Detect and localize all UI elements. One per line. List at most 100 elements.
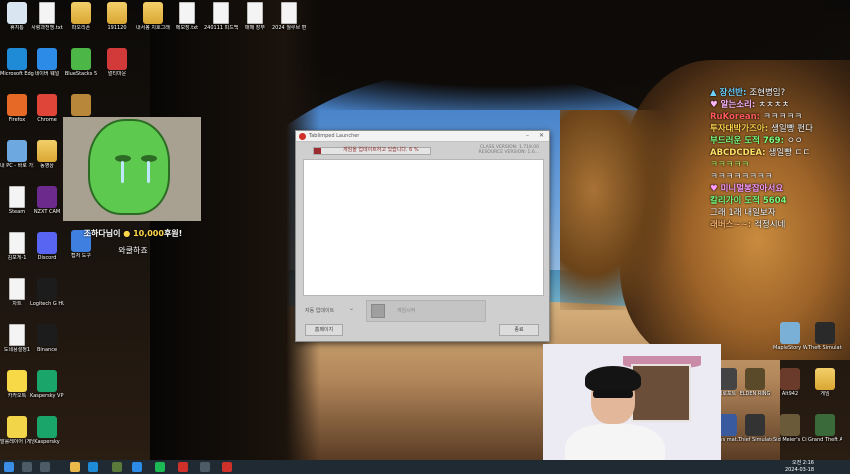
desktop-icon-label: Kaspersky VPN [30, 393, 64, 399]
taskbar-app-icon-4[interactable] [200, 462, 210, 472]
desktop-icon[interactable]: 네이버 웨일 [30, 48, 64, 77]
app-icon [37, 324, 57, 346]
desktop-icon[interactable]: 휴지통 [0, 2, 34, 31]
donation-amount: 10,000 [133, 229, 164, 238]
desktop-icon[interactable]: 파오리폰 [64, 2, 98, 31]
system-clock[interactable]: 오전 2:16 2024-03-18 [785, 460, 814, 473]
launcher-window[interactable]: Tablimped Launcher – ✕ 게임을 업데이트하고 있습니다. … [295, 130, 550, 342]
chat-text: ㅇㅇ [786, 136, 803, 146]
desktop-icon[interactable]: MapleStory Worlds [773, 322, 807, 351]
edge-taskbar-icon[interactable] [88, 462, 98, 472]
app-icon [7, 2, 27, 24]
desktop-icon-label: Microsoft Edge [0, 71, 34, 77]
coin-icon: ● [123, 229, 131, 238]
chat-message: 칼리가이 도적 5604 [710, 195, 850, 207]
chat-message: 투자대박가즈아: 생일빵 펀다 [710, 123, 850, 135]
desktop-icon[interactable]: 김포게-1 [0, 232, 34, 261]
desktop-icon[interactable]: 말롤레이어 (게임 전용) [0, 416, 34, 445]
desktop-icon-label: 멀티마운 [107, 71, 127, 77]
chevron-down-icon[interactable]: ⌄ [349, 305, 354, 312]
desktop-icon[interactable]: 240111 피드백.txt [204, 2, 238, 31]
desktop-icon[interactable]: Binance [30, 324, 64, 353]
launcher-app-icon [299, 133, 306, 140]
desktop-icon[interactable] [64, 94, 98, 117]
desktop-icon-label: 게임 [820, 391, 830, 397]
launcher-content-panel [303, 159, 544, 296]
app-icon [37, 94, 57, 116]
cam-sunglasses [593, 390, 633, 398]
desktop-icon[interactable]: 메모장.txt [170, 2, 204, 31]
desktop-icon[interactable]: 2024 월루브 편집자 지... [272, 2, 306, 31]
chat-text: 생일빵 ㄷㄷ [768, 148, 811, 158]
desktop-icon[interactable]: Logitech G HUB [30, 278, 64, 307]
desktop-icon[interactable]: 사랑과전쟁.txt [30, 2, 64, 31]
update-progress-row: 게임을 업데이트하고 있습니다. 6 % CLASS VERSION: 1.71… [313, 145, 543, 157]
file-icon [281, 2, 297, 24]
desktop-icon[interactable]: Firefox [0, 94, 34, 123]
chat-message: ♥ 알는소리: ㅊㅊㅊㅊ [710, 99, 850, 111]
desktop-icon[interactable]: 동영상 [30, 140, 64, 169]
chat-nick: ♥ 미니멀봉잡아서요 [710, 184, 784, 194]
launcher-titlebar[interactable]: Tablimped Launcher – ✕ [296, 131, 549, 142]
close-icon[interactable]: ✕ [539, 132, 544, 139]
desktop-icon[interactable]: 카카오톡 [0, 370, 34, 399]
chat-nick: RuKorean: [710, 112, 763, 122]
meme-tear-right [147, 161, 150, 183]
app-icon [7, 140, 27, 162]
desktop-icon[interactable]: 도네용설정1 [0, 324, 34, 353]
minimize-icon[interactable]: – [526, 132, 529, 139]
start-game-button[interactable]: 게임시작 [397, 307, 415, 314]
chat-nick: ♥ 알는소리: [710, 100, 759, 110]
donation-alert: 조하다님이 ● 10,000후원! 와쿨하죠 [66, 228, 200, 262]
taskbar-app-icon-5[interactable] [222, 462, 232, 472]
search-icon[interactable] [22, 462, 32, 472]
taskbar: 오전 2:16 2024-03-18 [0, 460, 850, 474]
desktop-icon[interactable]: 게임 [808, 368, 842, 397]
desktop-icon-label: 차트 [12, 301, 22, 307]
desktop-icon[interactable]: Grand Theft Auto V [808, 414, 842, 443]
taskbar-launcher-icon[interactable] [178, 462, 188, 472]
chat-nick: ▲ 장선반: [710, 88, 750, 98]
desktop-icon[interactable]: 내서봉 치호그래피 [136, 2, 170, 31]
desktop-icon[interactable]: 내 PC - 바로 가기 [0, 140, 34, 169]
app-icon [71, 94, 91, 116]
start-windows-icon[interactable] [4, 462, 14, 472]
desktop-icon[interactable]: 매매 장부 [238, 2, 272, 31]
taskbar-app-icon-2[interactable] [132, 462, 142, 472]
launcher-title: Tablimped Launcher [309, 133, 360, 139]
desktop-icon-label: Grand Theft Auto V [808, 437, 842, 443]
desktop-icon[interactable]: 191120 [100, 2, 134, 31]
homepage-button[interactable]: 홈페이지 [305, 324, 343, 336]
taskbar-app-icon-1[interactable] [112, 462, 122, 472]
taskbar-app-icon-3[interactable] [155, 462, 165, 472]
app-icon [37, 48, 57, 70]
desktop-icon[interactable]: NZXT CAM [30, 186, 64, 215]
file-icon [247, 2, 263, 24]
file-icon [213, 2, 229, 24]
desktop-icon[interactable]: Microsoft Edge [0, 48, 34, 77]
start-game-panel[interactable]: 게임시작 [366, 300, 486, 322]
app-icon [37, 232, 57, 254]
folder-icon [143, 2, 163, 24]
app-icon [745, 368, 765, 390]
desktop-icon[interactable]: Chrome [30, 94, 64, 123]
desktop-icon[interactable]: 멀티마운 [100, 48, 134, 77]
launcher-control-row: 자동 업데이트 ⌄ 게임시작 [301, 300, 546, 322]
app-icon [7, 416, 27, 438]
desktop-icon[interactable]: Steam [0, 186, 34, 215]
task-view-icon[interactable] [40, 462, 50, 472]
desktop-icon[interactable]: Kaspersky VPN [30, 370, 64, 399]
desktop-icon[interactable]: Kaspersky [30, 416, 64, 445]
chat-message: ㅋㅋㅋㅋㅋㅋㅋㅋ [710, 171, 850, 183]
file-icon [9, 278, 25, 300]
desktop-icon[interactable]: Discord [30, 232, 64, 261]
desktop-icon[interactable]: BlueStacks 5 [64, 48, 98, 77]
file-explorer-icon[interactable] [70, 462, 80, 472]
desktop-icon-label: 카카오톡 [7, 393, 27, 399]
desktop-icon[interactable]: 차트 [0, 278, 34, 307]
desktop-icon[interactable]: Theft Simulator 2 [808, 322, 842, 351]
desktop-icon[interactable]: Alt942 [773, 368, 807, 397]
desktop-icon-label: 메모장.txt [175, 25, 199, 31]
desktop-icon[interactable]: Sid Meier's Civilizati... [773, 414, 807, 443]
exit-button[interactable]: 종료 [499, 324, 539, 336]
